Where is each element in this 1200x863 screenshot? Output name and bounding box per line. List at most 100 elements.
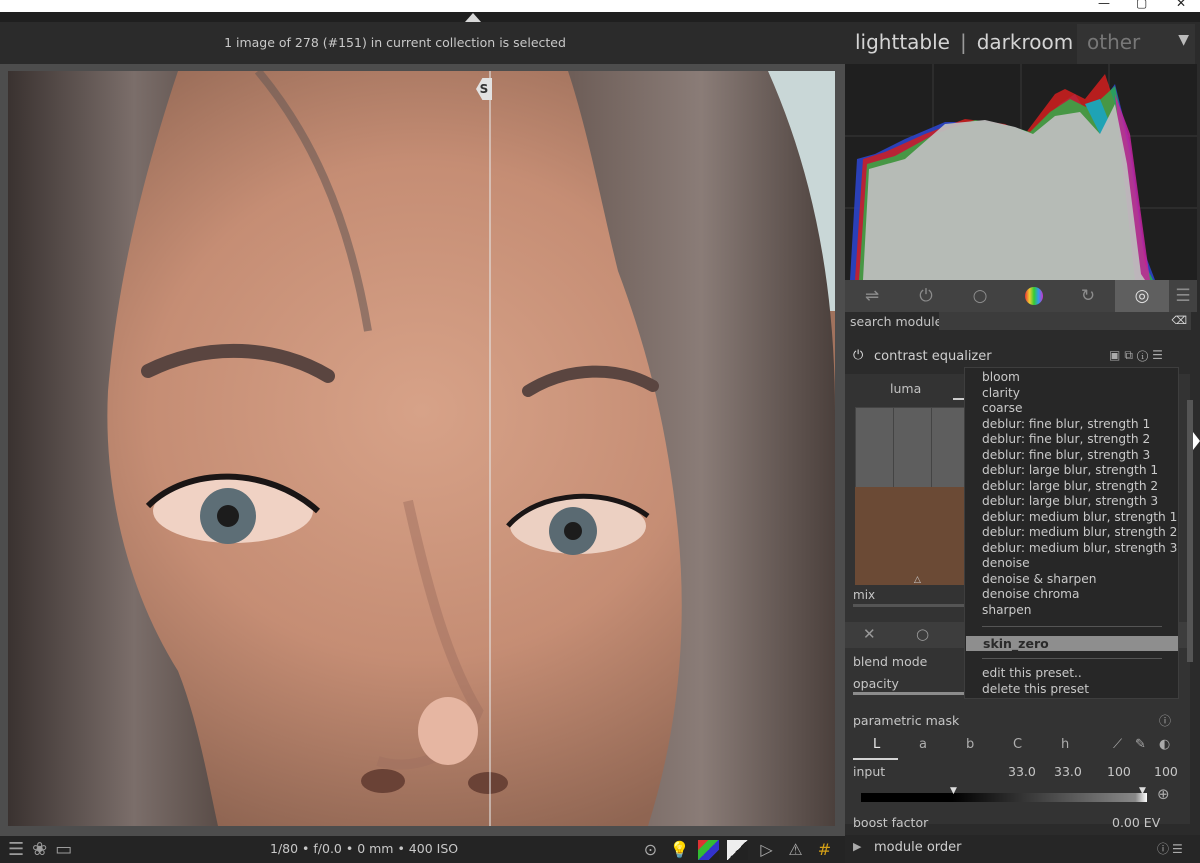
delete-preset-item[interactable]: delete this preset xyxy=(982,682,1089,696)
channel-tab-h[interactable]: h xyxy=(1061,737,1069,752)
module-power-icon[interactable]: ⏻ xyxy=(853,348,863,363)
color-picker-set-icon[interactable]: ✎ xyxy=(1135,737,1146,752)
quick-access-icon[interactable]: ⇌ xyxy=(845,280,899,312)
info-icon[interactable]: ⓘ xyxy=(1137,348,1152,362)
image-canvas[interactable]: S xyxy=(0,64,845,836)
module-header-icons: ▣⧉ⓘ☰ xyxy=(1109,348,1167,363)
module-order-bar[interactable]: ▶ module order ⓘ☰ xyxy=(845,835,1200,863)
slider-marker-icon[interactable]: ▼ xyxy=(1139,786,1146,796)
base-modules-icon[interactable]: ○ xyxy=(953,280,1007,312)
collapse-top-panel-icon[interactable] xyxy=(465,13,481,22)
input-gradient-slider[interactable]: ▼ ▼ ⊕ xyxy=(861,785,1170,803)
preset-item[interactable]: deblur: large blur, strength 1 xyxy=(982,463,1158,477)
exif-info: 1/80 • f/0.0 • 0 mm • 400 ISO xyxy=(270,841,459,856)
view-other-dropdown[interactable]: other ▼ xyxy=(1077,24,1195,64)
preset-item[interactable]: deblur: medium blur, strength 3 xyxy=(982,541,1177,555)
preset-item[interactable]: clarity xyxy=(982,386,1020,400)
channel-tab-l[interactable]: L xyxy=(873,737,880,752)
preset-item[interactable]: denoise & sharpen xyxy=(982,572,1096,586)
blend-mode-label[interactable]: blend mode xyxy=(853,654,927,669)
preset-item[interactable]: bloom xyxy=(982,370,1020,384)
preset-item-selected[interactable]: skin_zero xyxy=(966,636,1178,651)
preset-item[interactable]: deblur: large blur, strength 2 xyxy=(982,479,1158,493)
parametric-mask-label: parametric mask xyxy=(853,713,960,728)
color-picker-icon[interactable]: ⟋ xyxy=(1113,737,1122,752)
gamut-warning-icon[interactable]: ⚠ xyxy=(785,840,806,860)
expand-arrow-icon[interactable]: ▶ xyxy=(853,840,861,853)
photo-svg xyxy=(8,71,835,826)
info-icon[interactable]: ⓘ xyxy=(1159,712,1171,729)
group-menu-icon[interactable]: ☰ xyxy=(1169,280,1197,312)
preset-item[interactable]: sharpen xyxy=(982,603,1032,617)
tab-luma[interactable]: luma xyxy=(890,381,921,396)
histogram-svg xyxy=(845,64,1197,280)
display-icon[interactable]: ▭ xyxy=(55,839,80,860)
edit-preset-item[interactable]: edit this preset.. xyxy=(982,666,1082,680)
softproof-icon[interactable]: ▷ xyxy=(756,840,777,860)
collection-info: 1 image of 278 (#151) in current collect… xyxy=(224,35,566,50)
add-icon[interactable]: ⊕ xyxy=(1157,785,1170,803)
close-icon[interactable]: ✕ xyxy=(1176,0,1186,10)
header-bar: 1 image of 278 (#151) in current collect… xyxy=(0,22,1200,64)
effect-modules-icon[interactable]: ◎ xyxy=(1115,280,1169,312)
graph-marker-icon: △ xyxy=(914,575,921,585)
preset-item[interactable]: deblur: fine blur, strength 2 xyxy=(982,432,1150,446)
channel-tab-a[interactable]: a xyxy=(919,737,927,752)
guides-icon[interactable]: # xyxy=(814,840,835,860)
info-icon[interactable]: ⓘ xyxy=(1157,842,1172,856)
mask-off-icon[interactable]: ✕ xyxy=(863,625,876,643)
split-view-divider[interactable] xyxy=(489,71,491,826)
mask-uniform-icon[interactable]: ○ xyxy=(916,625,929,643)
panel-scrollbar[interactable] xyxy=(1187,400,1193,662)
preset-item[interactable]: denoise chroma xyxy=(982,587,1080,601)
maximize-icon[interactable]: ▢ xyxy=(1136,0,1147,10)
input-value: 33.0 xyxy=(1054,764,1082,779)
preset-item[interactable]: deblur: fine blur, strength 1 xyxy=(982,417,1150,431)
clear-search-icon[interactable]: ⌫ xyxy=(1171,314,1187,327)
input-row: input 33.0 33.0 100 100 xyxy=(853,764,1183,782)
opacity-slider[interactable] xyxy=(853,692,965,695)
presets-icon[interactable]: ☰ xyxy=(1152,348,1167,362)
menu-divider xyxy=(982,626,1162,627)
raw-overexposed-icon[interactable] xyxy=(727,840,748,860)
channel-tab-b[interactable]: b xyxy=(966,737,974,752)
color-modules-icon[interactable] xyxy=(1007,280,1061,312)
boost-factor-row[interactable]: boost factor 0.00 EV xyxy=(853,815,1183,830)
focus-peaking-icon[interactable]: ⊙ xyxy=(640,840,661,860)
equalizer-graph[interactable]: △ xyxy=(855,407,970,585)
invert-mask-icon[interactable]: ◐ xyxy=(1159,737,1170,752)
view-lighttable[interactable]: lighttable xyxy=(855,30,950,54)
selected-preset-label: skin_zero xyxy=(983,636,1049,651)
mix-slider[interactable] xyxy=(853,604,968,607)
view-other-label: other xyxy=(1087,30,1141,54)
reset-icon[interactable]: ⧉ xyxy=(1124,348,1137,362)
preset-item[interactable]: deblur: large blur, strength 3 xyxy=(982,494,1158,508)
channel-tab-c[interactable]: C xyxy=(1013,737,1022,752)
slider-marker-icon[interactable]: ▼ xyxy=(950,786,957,796)
menu-icon[interactable]: ☰ xyxy=(8,839,32,860)
color-assessment-icon[interactable] xyxy=(698,840,719,860)
preset-item[interactable]: denoise xyxy=(982,556,1030,570)
correct-modules-icon[interactable]: ↻ xyxy=(1061,280,1115,312)
preset-item[interactable]: deblur: medium blur, strength 2 xyxy=(982,525,1177,539)
presets-icon[interactable]: ☰ xyxy=(1172,842,1186,856)
styles-icon[interactable]: ❀ xyxy=(32,839,55,860)
input-label: input xyxy=(853,764,886,779)
search-module-input[interactable]: ⌫ xyxy=(939,312,1191,330)
chevron-down-icon: ▼ xyxy=(1178,32,1189,48)
minimize-icon[interactable]: — xyxy=(1098,0,1110,10)
mask-channel-tabs: L a b C h ⟋ ✎ ◐ xyxy=(853,737,1183,760)
multi-instance-icon[interactable]: ▣ xyxy=(1109,348,1124,362)
preset-item[interactable]: deblur: medium blur, strength 1 xyxy=(982,510,1177,524)
view-darkroom[interactable]: darkroom xyxy=(977,30,1074,54)
top-panel-toggle-strip xyxy=(0,12,1200,22)
portrait-photo[interactable]: S xyxy=(8,71,835,826)
histogram[interactable] xyxy=(845,64,1197,280)
input-value: 100 xyxy=(1107,764,1131,779)
lightbulb-icon[interactable]: 💡 xyxy=(669,840,690,860)
bottom-toolbar: ☰❀▭ 1/80 • f/0.0 • 0 mm • 400 ISO ⊙ 💡 ▷ … xyxy=(0,836,845,863)
active-modules-icon[interactable]: ⏻ xyxy=(899,280,953,312)
preset-item[interactable]: deblur: fine blur, strength 3 xyxy=(982,448,1150,462)
view-switcher: lighttable|darkroom| other ▼ xyxy=(855,24,1195,64)
preset-item[interactable]: coarse xyxy=(982,401,1022,415)
